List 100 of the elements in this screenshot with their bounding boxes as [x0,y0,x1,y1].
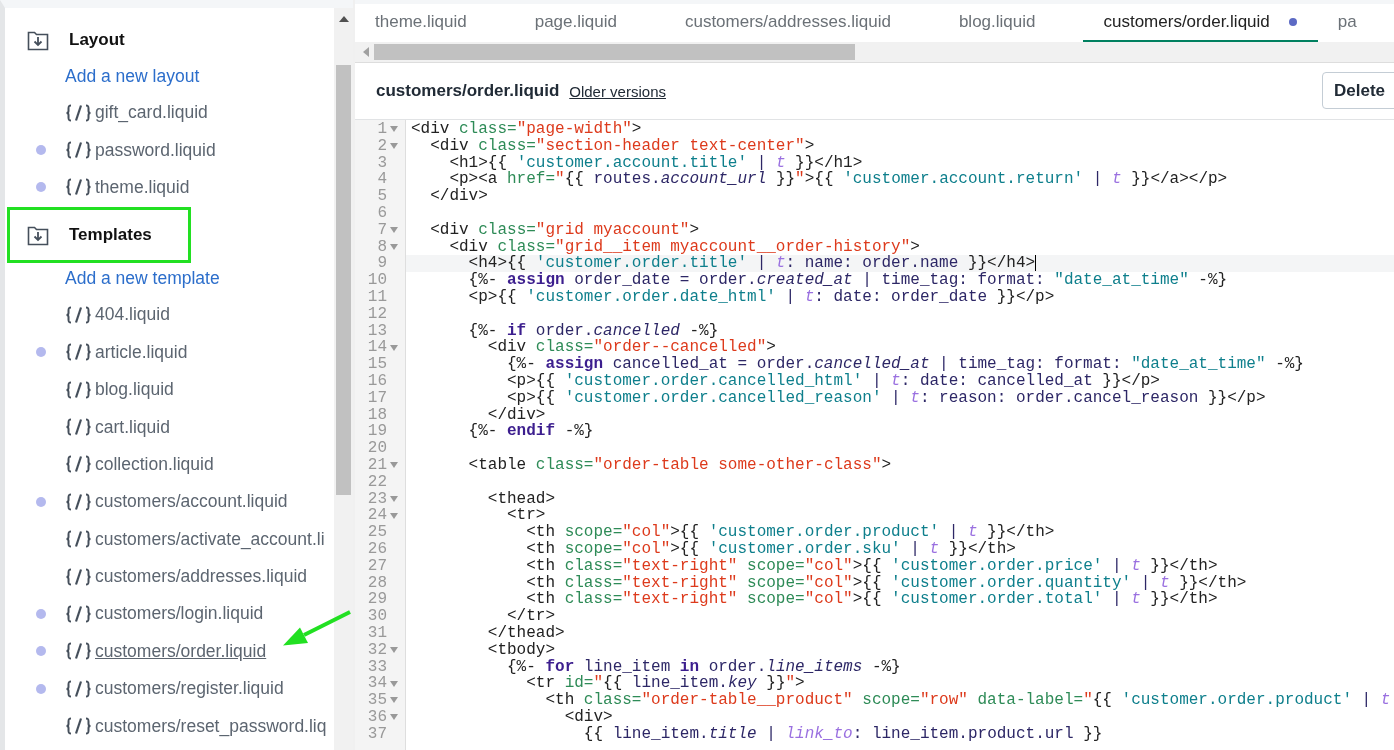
file-tab[interactable]: pa [1317,4,1394,42]
fold-arrow-icon[interactable] [389,680,398,687]
file-tab[interactable]: page.liquid [514,4,665,42]
line-number: 1 [377,121,387,138]
scrollbar-thumb[interactable] [336,65,351,495]
fold-arrow-icon[interactable] [389,462,398,469]
code-file-icon [65,141,92,160]
line-number: 10 [367,272,387,289]
file-link[interactable]: customers/activate_account.li [95,528,325,550]
line-number: 20 [367,440,387,457]
file-link[interactable]: customers/account.liquid [95,491,288,513]
fold-arrow-icon[interactable] [389,143,398,150]
code-line: <div class="page-width"> [410,121,643,138]
file-link[interactable]: customers/register.liquid [95,678,284,700]
file-tab[interactable]: customers/addresses.liquid [664,4,939,42]
code-line: <table class="order-table some-other-class"> [467,456,893,474]
code-line: {%- if order.cancelled -%} [467,322,719,340]
code-file-icon [65,178,92,197]
code-line: <th scope="col">{{ 'customer.order.product' | t }}</th> [525,524,1056,541]
section-title[interactable]: Templates [69,225,152,246]
fold-arrow-icon[interactable] [389,714,398,721]
code-file-icon [65,567,92,586]
line-number: 27 [367,557,387,575]
file-link[interactable]: blog.liquid [95,379,174,401]
scrollbar[interactable] [334,8,353,750]
file-link[interactable]: customers/reset_password.liq [95,715,327,737]
line-number: 35 [367,692,387,709]
add-link[interactable]: Add a new template [13,260,334,297]
file-link[interactable]: gift_card.liquid [95,102,208,124]
code-line: </div> [429,188,489,205]
fold-arrow-icon[interactable] [389,647,398,654]
file-link[interactable]: article.liquid [95,341,188,363]
code-line: {%- for line_item in order.line_items -%} [506,658,902,676]
fold-arrow-icon[interactable] [389,227,398,234]
file-link[interactable]: password.liquid [95,139,216,161]
code-line: {%- assign order_date = order.created_at | time_tag: format: "date_at_time" -%} [467,272,1229,289]
line-number: 14 [367,339,387,357]
file-link[interactable]: collection.liquid [95,453,214,475]
line-number: 2 [377,137,387,155]
line-number: 13 [367,322,387,340]
file-tab[interactable]: theme.liquid [355,4,515,42]
line-number: 21 [367,456,387,474]
code-file-icon [65,343,92,362]
code-file-icon [65,418,92,437]
code-file-icon [65,305,92,324]
file-title: customers/order.liquid [376,81,560,101]
code-line: <div class="section-header text-center"> [429,137,816,155]
code-line: <p>{{ 'customer.order.cancelled_reason' | t: reason: order.cancel_reason }}</p> [506,389,1267,407]
line-number: 18 [367,406,387,424]
code-file-icon [65,492,92,511]
line-number: 6 [377,205,387,222]
code-line: </thead> [486,624,566,642]
fold-arrow-icon[interactable] [389,126,398,133]
line-number: 24 [367,507,387,525]
code-line: <th class="text-right" scope="col">{{ 'customer.order.total' | t }}</th> [526,591,1219,609]
scroll-up-icon[interactable] [339,16,349,22]
fold-arrow-icon[interactable] [389,697,398,704]
file-tab[interactable]: blog.liquid [938,4,1084,42]
line-number: 34 [367,675,387,693]
file-link[interactable]: cart.liquid [95,416,170,438]
scrollbar-thumb[interactable] [374,44,855,60]
file-link[interactable]: 404.liquid [95,304,170,326]
fold-arrow-icon[interactable] [389,495,398,502]
line-number: 23 [367,490,387,508]
delete-button[interactable]: Delete [1322,72,1394,109]
code-line: <thead> [486,490,557,508]
code-line: <div> [563,708,614,726]
fold-arrow-icon[interactable] [389,512,398,519]
code-file-icon [65,605,92,623]
fold-arrow-icon[interactable] [389,344,398,351]
folder-download-icon [27,224,49,247]
code-line: <div class="grid__item myaccount__order-history"> [448,238,920,256]
line-number: 12 [367,305,387,323]
line-number: 15 [367,356,387,373]
older-versions-link[interactable]: Older versions [569,82,666,100]
code-line: </div> [487,406,546,424]
code-line: <th class="text-right" scope="col">{{ 'customer.order.quantity' | t }}</th> [525,574,1248,592]
code-line: {%- endif -%} [467,423,595,441]
file-link[interactable]: customers/addresses.liquid [95,566,308,588]
line-number: 19 [367,423,387,441]
code-line: {%- assign cancelled_at = order.cancelled_at | time_tag: format: "date_at_time" -%} [506,356,1305,373]
line-number: 33 [367,658,387,676]
file-link[interactable]: theme.liquid [95,176,190,198]
code-line: <tr> [506,507,546,525]
line-number: 30 [367,608,387,625]
file-link[interactable]: customers/order.liquid [95,640,267,662]
line-number: 31 [367,624,387,642]
code-line: <div class="order--cancelled"> [486,339,776,357]
section-title[interactable]: Layout [69,29,125,50]
scrollbar[interactable] [355,42,1394,63]
fold-arrow-icon[interactable] [389,243,398,250]
file-link[interactable]: customers/login.liquid [95,603,264,625]
scroll-left-icon[interactable] [363,47,369,57]
line-number: 11 [367,288,387,306]
code-file-icon [65,103,92,122]
add-link[interactable]: Add a new layout [13,58,334,94]
code-line: </tr> [507,608,556,625]
line-number: 28 [367,574,387,592]
code-line: <p>{{ 'customer.order.cancelled_html' | t: date: cancelled_at }}</p> [506,372,1161,390]
line-number: 7 [377,221,387,239]
